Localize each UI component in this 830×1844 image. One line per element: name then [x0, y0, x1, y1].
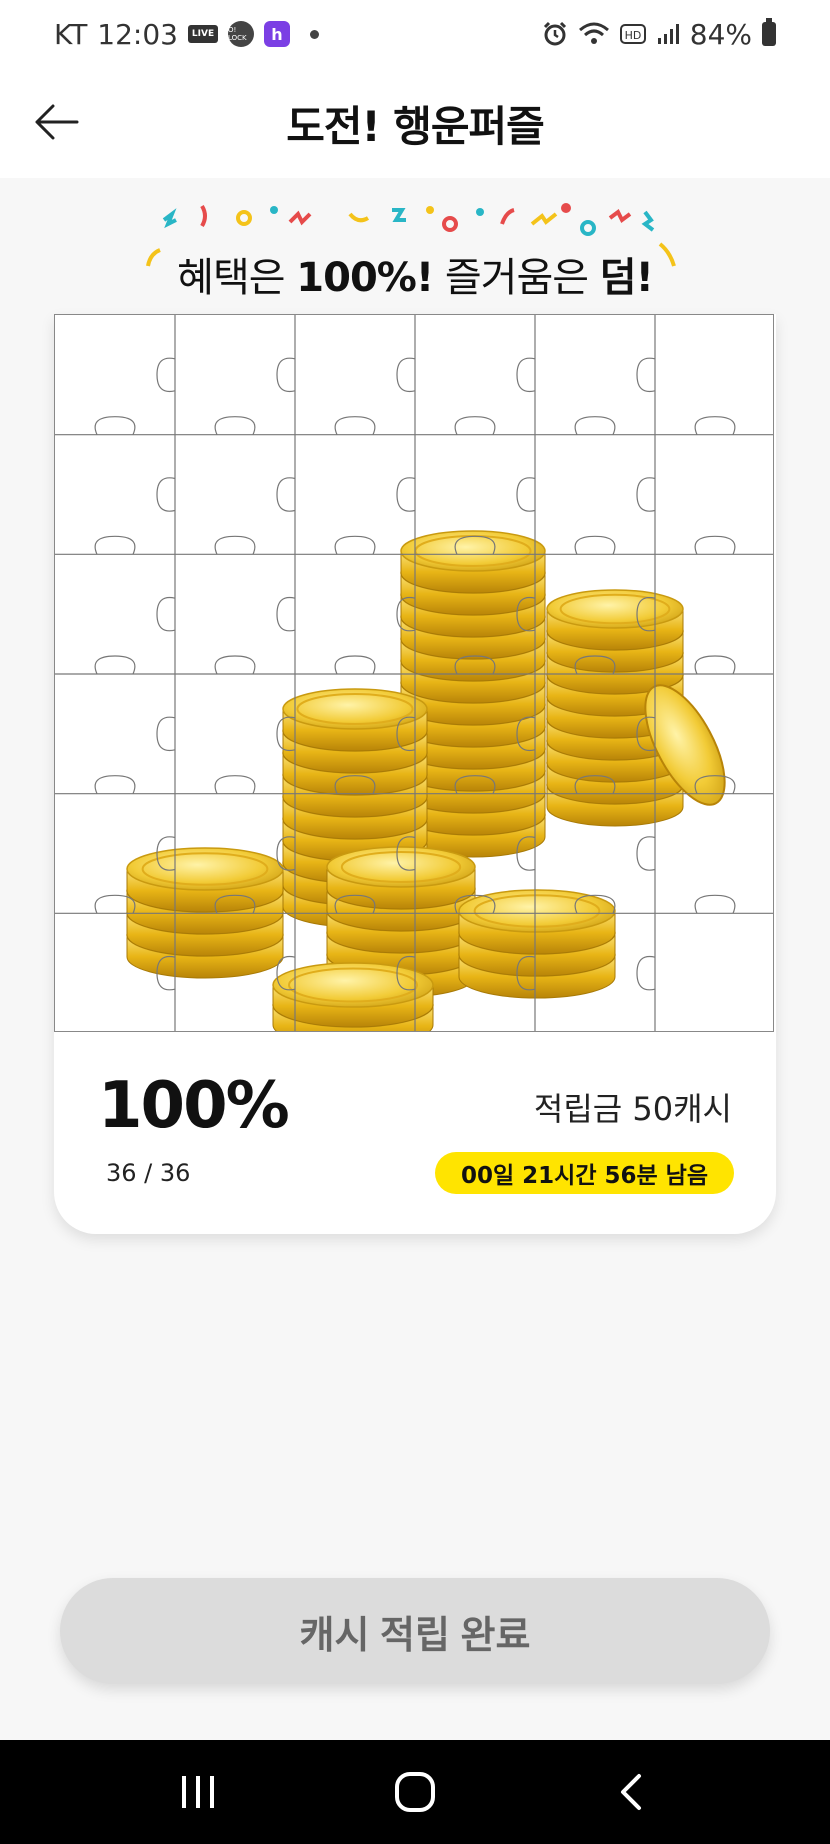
puzzle-tab — [156, 716, 176, 752]
clock: 12:03 — [97, 17, 178, 51]
back-chevron-icon — [620, 1774, 641, 1810]
puzzle-tab — [94, 655, 136, 675]
puzzle-card: 100% 36 / 36 적립금 50캐시 00일 21시간 56분 남음 — [54, 314, 776, 1234]
puzzle-tab — [276, 596, 296, 632]
recent-apps-button[interactable] — [168, 1762, 228, 1822]
lock-app-icon: O! LOCK — [228, 21, 254, 47]
puzzle-tab — [214, 535, 256, 555]
back-button[interactable] — [30, 96, 82, 148]
carrier-label: KT — [54, 17, 88, 51]
puzzle-tab — [694, 535, 736, 555]
home-icon — [394, 1772, 435, 1812]
puzzle-tab — [334, 655, 376, 675]
puzzle-tab — [156, 596, 176, 632]
puzzle-tab — [214, 655, 256, 675]
notification-dot-icon — [310, 29, 319, 39]
puzzle-tab — [694, 894, 736, 914]
puzzle-tab — [636, 477, 656, 512]
puzzle-tab — [94, 775, 136, 794]
coin — [546, 589, 684, 651]
home-button[interactable] — [385, 1762, 445, 1822]
battery-percent: 84% — [689, 17, 752, 51]
hd-icon: HD — [619, 24, 646, 44]
puzzle-image — [55, 315, 773, 1031]
puzzle-tab — [214, 775, 256, 794]
puzzle-tab — [334, 416, 376, 435]
back-arrow-icon — [35, 104, 79, 140]
status-bar: KT 12:03 LIVE O! LOCK h HD 84% — [0, 0, 830, 68]
banner-highlight-1: 100%! — [296, 255, 434, 301]
time-remaining-badge: 00일 21시간 56분 남음 — [434, 1152, 734, 1194]
banner-text-1: 혜택은 — [177, 255, 297, 301]
banner-highlight-2: 덤! — [599, 255, 654, 301]
puzzle-board[interactable] — [54, 314, 774, 1032]
puzzle-tab — [276, 357, 296, 393]
puzzle-tab — [156, 477, 176, 512]
coin — [400, 530, 546, 594]
svg-text:HD: HD — [624, 29, 641, 42]
coin — [282, 688, 428, 752]
pieces-count: 36 / 36 — [106, 1159, 191, 1187]
puzzle-tab — [276, 477, 296, 512]
promo-banner: 혜택은 100%! 즐거움은 덤! — [0, 245, 830, 303]
puzzle-tab — [636, 955, 656, 991]
puzzle-tab — [334, 535, 376, 555]
puzzle-tab — [396, 477, 416, 512]
wifi-icon — [578, 22, 609, 44]
signal-icon — [657, 24, 679, 44]
alarm-icon — [543, 21, 566, 46]
puzzle-tab — [396, 357, 416, 393]
coin — [458, 889, 616, 955]
puzzle-tab — [574, 535, 616, 555]
puzzle-tab — [636, 836, 656, 871]
puzzle-tab — [214, 416, 256, 435]
cash-complete-button[interactable]: 캐시 적립 완료 — [60, 1578, 770, 1684]
back-nav-button[interactable] — [602, 1762, 662, 1822]
page-title: 도전! 행운퍼즐 — [286, 101, 545, 151]
puzzle-tab — [574, 416, 616, 435]
coin — [272, 962, 434, 1028]
puzzle-tab — [694, 655, 736, 675]
reward-label: 적립금 50캐시 — [533, 1090, 732, 1128]
puzzle-tab — [516, 357, 536, 393]
coin — [126, 847, 284, 913]
puzzle-tab — [694, 416, 736, 435]
puzzle-tab — [94, 416, 136, 435]
puzzle-tab — [156, 357, 176, 393]
puzzle-tab — [454, 416, 496, 435]
puzzle-tab — [636, 357, 656, 393]
h-app-icon: h — [264, 21, 290, 47]
banner-text-2: 즐거움은 — [433, 255, 600, 301]
puzzle-tab — [516, 477, 536, 512]
recent-apps-icon — [182, 1776, 215, 1808]
live-icon: LIVE — [188, 25, 218, 43]
coin — [326, 846, 476, 910]
system-nav-bar — [0, 1740, 830, 1844]
puzzle-tab — [94, 535, 136, 555]
app-header: 도전! 행운퍼즐 — [0, 68, 830, 178]
battery-icon — [762, 18, 776, 46]
completion-percent: 100% — [98, 1069, 290, 1143]
